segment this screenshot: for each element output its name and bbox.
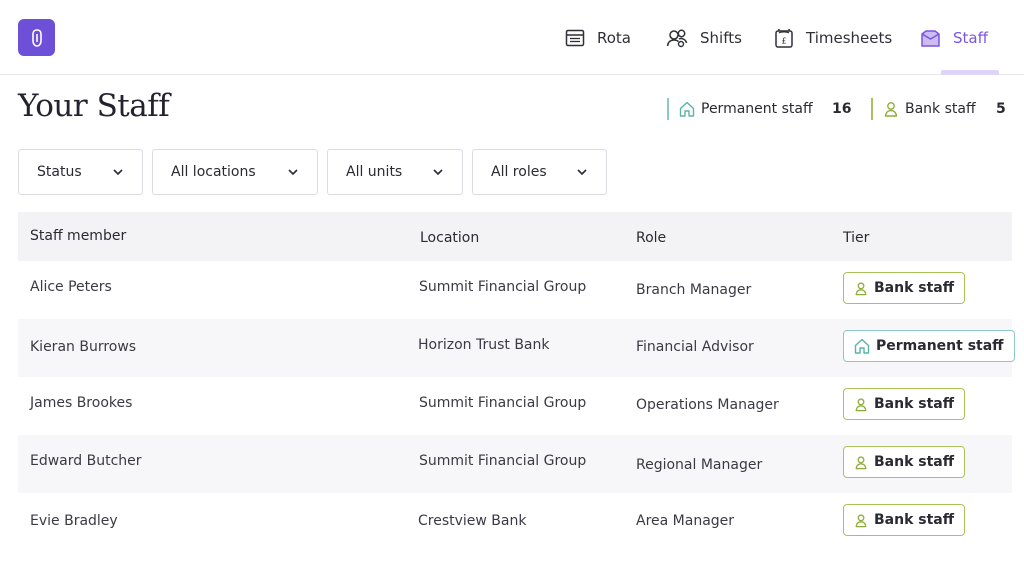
chevron-down-icon (577, 169, 587, 176)
tier-label: Permanent staff (876, 338, 1004, 354)
chevron-down-icon (288, 169, 298, 176)
counter-divider (667, 98, 669, 120)
logo-icon (31, 28, 42, 47)
person-icon (884, 102, 898, 117)
tier-label: Bank staff (874, 280, 955, 296)
permanent-staff-counter: Permanent staff 16 (667, 97, 857, 121)
tier-badge-bank: Bank staff (843, 272, 966, 304)
nav-rota-label: Rota (597, 29, 631, 47)
tier-label: Bank staff (874, 512, 955, 528)
column-header-staff-member[interactable]: Staff member (30, 228, 126, 244)
home-icon (679, 101, 695, 117)
nav-active-indicator (941, 70, 999, 75)
tier-badge-bank: Bank staff (843, 388, 966, 420)
staff-icon (921, 30, 940, 47)
tier-badge-permanent: Permanent staff (843, 330, 1015, 362)
staff-name: Evie Bradley (30, 513, 118, 529)
roles-filter[interactable]: All roles (472, 149, 607, 195)
locations-filter[interactable]: All locations (152, 149, 318, 195)
staff-location: Summit Financial Group (419, 453, 587, 469)
staff-name: Edward Butcher (30, 453, 142, 469)
nav-staff[interactable]: Staff (920, 24, 988, 52)
staff-location: Summit Financial Group (419, 279, 587, 295)
table-row[interactable]: Edward Butcher Summit Financial Group Re… (18, 435, 1012, 493)
nav-shifts-label: Shifts (700, 29, 742, 47)
table-row[interactable]: Evie Bradley Crestview Bank Area Manager… (18, 493, 1012, 551)
permanent-staff-label: Permanent staff (701, 101, 813, 117)
column-header-location[interactable]: Location (420, 230, 479, 246)
tier-badge-bank: Bank staff (843, 446, 966, 478)
staff-role: Financial Advisor (636, 339, 754, 355)
status-filter[interactable]: Status (18, 149, 143, 195)
bank-staff-counter: Bank staff 5 (871, 97, 1011, 121)
person-icon (855, 281, 867, 295)
person-icon (855, 397, 867, 411)
svg-text:£: £ (781, 37, 786, 46)
column-header-tier[interactable]: Tier (843, 230, 869, 246)
person-icon (855, 455, 867, 469)
table-row[interactable]: Kieran Burrows Horizon Trust Bank Financ… (18, 319, 1015, 377)
tier-badge-bank: Bank staff (843, 504, 966, 536)
home-icon (854, 338, 870, 354)
bank-staff-count: 5 (996, 101, 1006, 117)
chevron-down-icon (433, 169, 443, 176)
nav-staff-label: Staff (953, 29, 988, 47)
top-navigation-bar: Rota Shifts £ Timesheets Staff (0, 0, 1024, 75)
staff-location: Horizon Trust Bank (418, 337, 550, 353)
staff-name: James Brookes (30, 395, 133, 411)
staff-name: Alice Peters (30, 279, 112, 295)
people-icon (666, 29, 688, 48)
page-title: Your Staff (18, 88, 170, 124)
app-logo[interactable] (18, 19, 55, 56)
staff-role: Area Manager (636, 513, 735, 529)
tier-label: Bank staff (874, 396, 955, 412)
bank-staff-label: Bank staff (905, 101, 976, 117)
nav-timesheets-label: Timesheets (806, 29, 893, 47)
table-row[interactable]: James Brookes Summit Financial Group Ope… (18, 377, 1012, 435)
chevron-down-icon (113, 169, 123, 176)
staff-location: Summit Financial Group (419, 395, 587, 411)
staff-name: Kieran Burrows (30, 339, 137, 355)
person-icon (855, 513, 867, 527)
nav-rota[interactable]: Rota (565, 24, 631, 52)
nav-shifts[interactable]: Shifts (666, 24, 742, 52)
units-filter[interactable]: All units (327, 149, 463, 195)
staff-role: Operations Manager (636, 397, 779, 413)
status-filter-label: Status (37, 164, 82, 180)
table-header: Staff member Location Role Tier (18, 212, 1012, 261)
staff-role: Regional Manager (636, 457, 763, 473)
staff-location: Crestview Bank (418, 513, 527, 529)
counter-divider (871, 98, 873, 120)
locations-filter-label: All locations (171, 164, 256, 180)
units-filter-label: All units (346, 164, 403, 180)
permanent-staff-count: 16 (832, 101, 852, 117)
roles-filter-label: All roles (491, 164, 547, 180)
table-row[interactable]: Alice Peters Summit Financial Group Bran… (18, 261, 1012, 319)
tier-label: Bank staff (874, 454, 955, 470)
calendar-icon (565, 29, 585, 47)
column-header-role[interactable]: Role (636, 230, 666, 246)
nav-timesheets[interactable]: £ Timesheets (774, 24, 892, 52)
staff-table: Staff member Location Role Tier Alice Pe… (18, 212, 1015, 551)
staff-role: Branch Manager (636, 282, 752, 298)
timesheet-icon: £ (775, 29, 793, 48)
